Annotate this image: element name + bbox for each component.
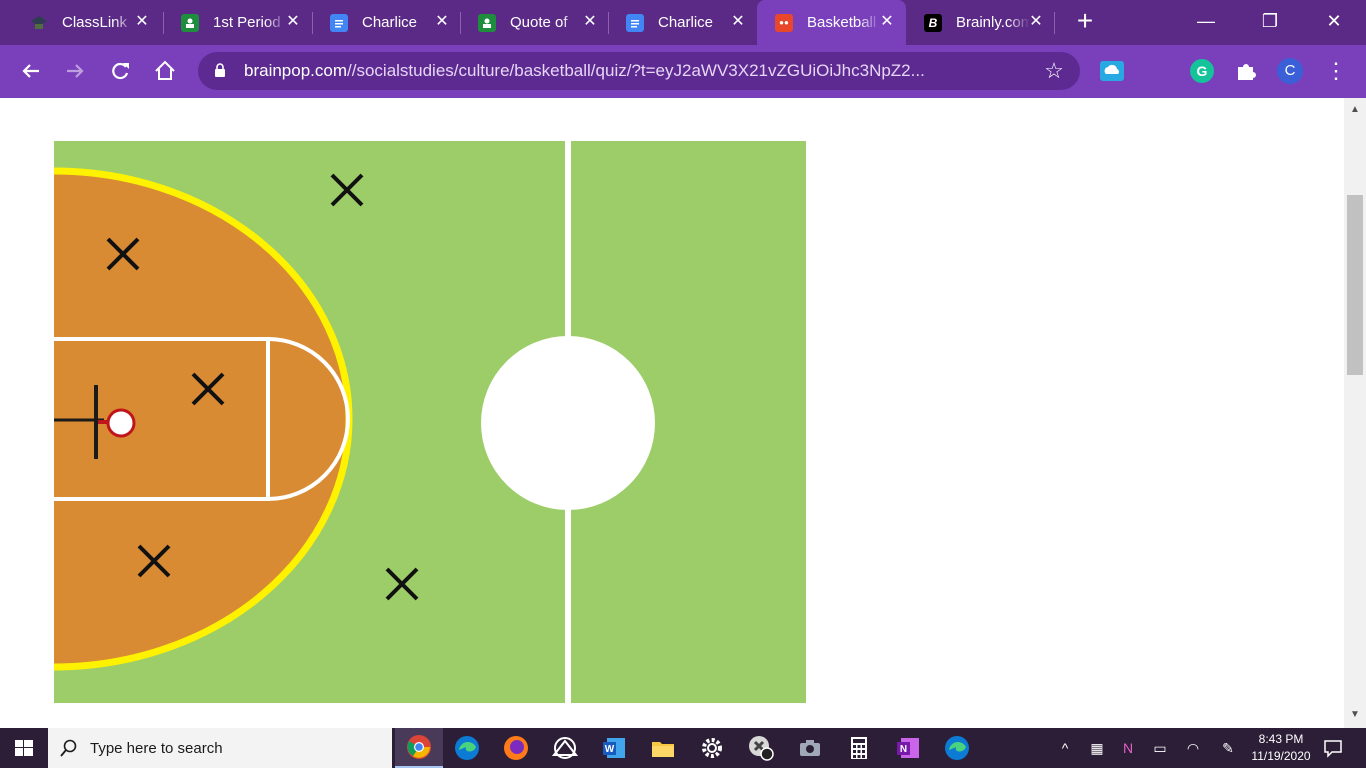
close-icon[interactable]: ✕ [133, 13, 151, 31]
clock-time: 8:43 PM [1258, 732, 1304, 746]
wifi-icon[interactable]: ◠ [1178, 728, 1208, 768]
windows-start-icon[interactable] [0, 728, 48, 768]
close-icon[interactable]: ✕ [581, 13, 599, 31]
back-icon[interactable] [17, 57, 45, 85]
tab-strip: ClassLink ✕ 1st Period ✕ Charlice ✕ Quot… [0, 0, 1366, 45]
browser-toolbar: brainpop.com//socialstudies/culture/bask… [0, 45, 1366, 98]
minimize-button[interactable]: — [1186, 6, 1226, 36]
brainpop-icon: ●● [775, 13, 793, 32]
taskbar-search-box[interactable]: Type here to search [48, 728, 392, 768]
tab-charlice-doc-2[interactable]: Charlice ✕ [608, 0, 757, 45]
search-placeholder: Type here to search [90, 739, 223, 757]
chrome-taskbar-icon[interactable] [395, 728, 443, 768]
scroll-down-arrow-icon[interactable]: ▼ [1349, 709, 1361, 721]
hoop [106, 408, 136, 438]
tab-title: Quote of [510, 14, 568, 31]
tray-app-icon[interactable]: ▦ [1082, 728, 1112, 768]
edge-taskbar-icon-2[interactable] [933, 728, 981, 768]
tab-brainly[interactable]: B Brainly.com ✕ [906, 0, 1055, 45]
calculator-taskbar-icon[interactable] [835, 728, 883, 768]
home-icon[interactable] [151, 57, 179, 85]
grammarly-icon[interactable]: G [1189, 58, 1215, 84]
tab-title: Charlice [362, 14, 418, 31]
word-taskbar-icon[interactable]: W [590, 728, 638, 768]
screen-recorder-taskbar-icon[interactable] [737, 728, 785, 768]
new-tab-button[interactable]: + [1072, 7, 1098, 35]
scroll-up-arrow-icon[interactable]: ▲ [1349, 104, 1361, 116]
close-icon[interactable]: ✕ [284, 13, 302, 31]
tab-title: Basketball [807, 14, 877, 31]
windows-taskbar: Type here to search W N ^ ▦ N ▭ ◠ ✎ 8:43… [0, 728, 1366, 768]
battery-icon[interactable]: ▭ [1145, 728, 1175, 768]
google-docs-icon [626, 13, 644, 32]
tab-title: ClassLink [62, 14, 128, 31]
tab-title: 1st Period [213, 14, 281, 31]
tab-title: Brainly.com [956, 14, 1030, 31]
close-icon[interactable]: ✕ [1027, 13, 1045, 31]
system-clock[interactable]: 8:43 PM 11/19/2020 [1244, 731, 1318, 765]
svg-text:N: N [900, 744, 907, 755]
classlink-icon [30, 14, 48, 32]
cloud-extension-icon[interactable] [1099, 58, 1125, 84]
tab-classlink[interactable]: ClassLink ✕ [12, 0, 161, 45]
clock-date: 11/19/2020 [1251, 749, 1311, 763]
page-content [0, 98, 1344, 728]
tab-quote-of[interactable]: Quote of ✕ [460, 0, 609, 45]
close-icon[interactable]: ✕ [729, 13, 747, 31]
forward-icon[interactable] [61, 57, 89, 85]
tab-charlice-doc-1[interactable]: Charlice ✕ [312, 0, 461, 45]
url-text: brainpop.com//socialstudies/culture/bask… [244, 52, 925, 90]
edge-taskbar-icon[interactable] [443, 728, 491, 768]
profile-initial: C [1284, 62, 1296, 79]
address-bar[interactable]: brainpop.com//socialstudies/culture/bask… [198, 52, 1080, 90]
scrollbar-thumb[interactable] [1347, 195, 1363, 375]
bookmark-star-icon[interactable]: ☆ [1042, 59, 1066, 83]
url-path: //socialstudies/culture/basketball/quiz/… [347, 61, 925, 80]
search-icon [60, 739, 77, 757]
menu-kebab-icon[interactable]: ⋮ [1323, 58, 1349, 84]
brainly-icon: B [924, 13, 942, 32]
tab-basketball[interactable]: ●● Basketball ✕ [757, 0, 906, 45]
page-scrollbar[interactable]: ▲ ▼ [1344, 98, 1366, 728]
tray-onenote-icon[interactable]: N [1113, 728, 1143, 768]
svg-text:G: G [1197, 63, 1208, 79]
firefox-taskbar-icon[interactable] [492, 728, 540, 768]
tab-title: Charlice [658, 14, 714, 31]
close-icon[interactable]: ✕ [878, 13, 896, 31]
file-explorer-taskbar-icon[interactable] [639, 728, 687, 768]
profile-avatar[interactable]: C [1277, 58, 1303, 84]
lock-icon [215, 63, 225, 77]
close-icon[interactable]: ✕ [433, 13, 451, 31]
url-host: brainpop.com [244, 61, 348, 80]
google-classroom-icon [181, 13, 199, 32]
google-docs-icon [330, 13, 348, 32]
center-circle [481, 336, 655, 510]
camera-taskbar-icon[interactable] [786, 728, 834, 768]
onenote-taskbar-icon[interactable]: N [884, 728, 932, 768]
pen-icon[interactable]: ✎ [1213, 728, 1243, 768]
notifications-icon[interactable] [1318, 728, 1348, 768]
google-classroom-icon [478, 13, 496, 32]
extensions-puzzle-icon[interactable] [1233, 58, 1259, 84]
reload-icon[interactable] [106, 57, 134, 85]
photos-taskbar-icon[interactable] [541, 728, 589, 768]
settings-gear-icon[interactable] [688, 728, 736, 768]
restore-button[interactable]: ❐ [1250, 6, 1290, 36]
basketball-half-court-diagram [54, 141, 806, 703]
show-hidden-icons-chevron-up-icon[interactable]: ^ [1050, 728, 1080, 768]
close-window-button[interactable]: ✕ [1314, 6, 1354, 36]
svg-text:W: W [605, 744, 615, 755]
tab-1st-period[interactable]: 1st Period ✕ [163, 0, 312, 45]
